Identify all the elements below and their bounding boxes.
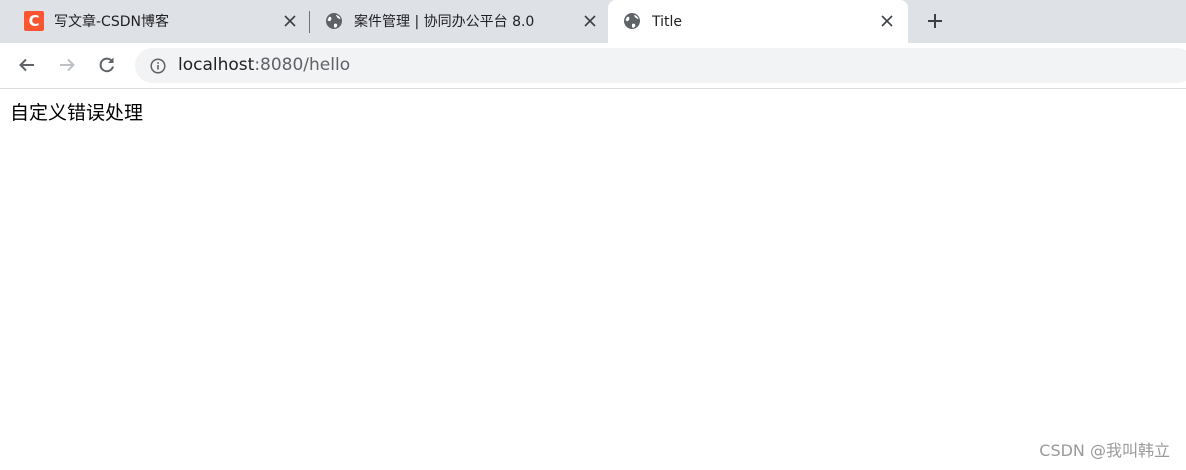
close-icon[interactable] (580, 11, 600, 31)
close-icon[interactable] (280, 11, 300, 31)
reload-icon[interactable] (95, 53, 119, 77)
tab-title: 案件管理 | 协同办公平台 8.0 (354, 14, 535, 30)
forward-arrow-icon[interactable] (55, 53, 79, 77)
globe-icon (324, 11, 344, 31)
url-text: localhost:8080/hello (178, 55, 350, 76)
close-icon[interactable] (877, 11, 897, 31)
browser-toolbar: localhost:8080/hello (0, 43, 1186, 89)
tab-title: 写文章-CSDN博客 (54, 14, 169, 30)
new-tab-icon[interactable] (923, 9, 947, 33)
tab-title-active[interactable]: Title (608, 0, 908, 43)
info-icon[interactable] (149, 57, 167, 75)
tab-title: Title (652, 14, 683, 30)
back-arrow-icon[interactable] (15, 53, 39, 77)
tab-strip: C 写文章-CSDN博客 案件管理 | 协同办公平台 8.0 Title (0, 0, 1186, 43)
csdn-icon: C (24, 11, 44, 31)
tab-csdn[interactable]: C 写文章-CSDN博客 (8, 0, 308, 43)
address-bar[interactable]: localhost:8080/hello (135, 48, 1186, 83)
url-host: localhost (178, 55, 255, 75)
tab-case-management[interactable]: 案件管理 | 协同办公平台 8.0 (310, 0, 608, 43)
page-body-text: 自定义错误处理 (10, 102, 144, 124)
csdn-favicon-letter: C (24, 11, 44, 31)
globe-icon (622, 11, 642, 31)
url-path: :8080/hello (254, 55, 351, 75)
watermark: CSDN @我叫韩立 (1039, 441, 1170, 460)
